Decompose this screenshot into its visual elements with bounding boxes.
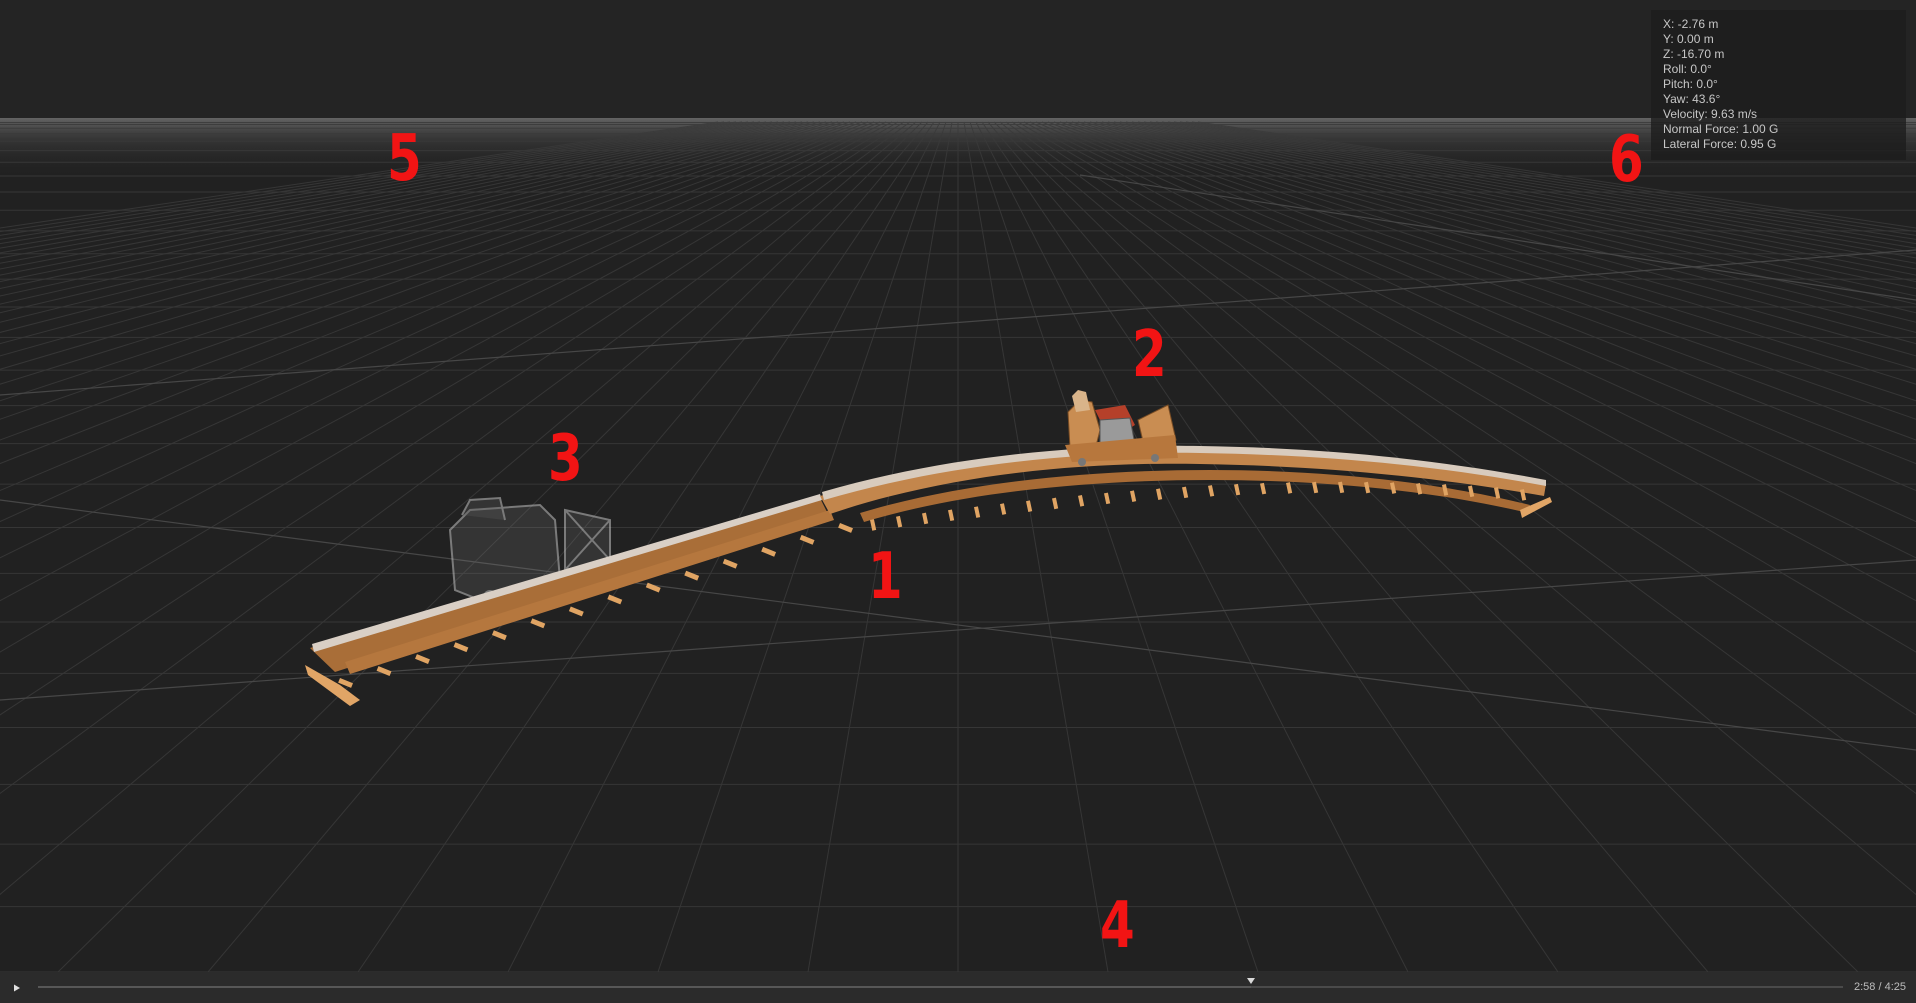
velocity-readout: Velocity: 9.63 m/s: [1663, 107, 1758, 121]
3d-viewport[interactable]: 1 2 3 4 5 6 X: -2.76 m Y: 0.00 m Z: -16.…: [0, 0, 1916, 972]
position-x-readout: X: -2.76 m: [1663, 17, 1719, 31]
timeline-scrubber[interactable]: [1246, 978, 1255, 984]
marker-2: 2: [1132, 318, 1167, 392]
marker-5: 5: [387, 122, 422, 196]
time-readout: 2:58 / 4:25: [1854, 981, 1906, 993]
roll-readout: Roll: 0.0°: [1663, 62, 1712, 76]
coaster-cart: [1065, 390, 1178, 466]
playback-bar: 2:58 / 4:25: [0, 972, 1916, 1003]
lateral-force-readout: Lateral Force: 0.95 G: [1663, 137, 1777, 151]
marker-1: 1: [868, 540, 903, 614]
position-z-readout: Z: -16.70 m: [1663, 47, 1725, 61]
telemetry-panel: X: -2.76 m Y: 0.00 m Z: -16.70 m Roll: 0…: [1651, 10, 1906, 160]
play-icon: [14, 984, 20, 992]
pitch-readout: Pitch: 0.0°: [1663, 77, 1718, 91]
yaw-readout: Yaw: 43.6°: [1663, 92, 1721, 106]
position-y-readout: Y: 0.00 m: [1663, 32, 1714, 46]
normal-force-readout: Normal Force: 1.00 G: [1663, 122, 1779, 136]
play-button[interactable]: [10, 981, 24, 995]
marker-4: 4: [1100, 889, 1135, 963]
timeline-progress: [38, 986, 1251, 988]
marker-3: 3: [548, 422, 583, 496]
timeline-track[interactable]: [38, 978, 1843, 988]
marker-6: 6: [1609, 123, 1644, 197]
